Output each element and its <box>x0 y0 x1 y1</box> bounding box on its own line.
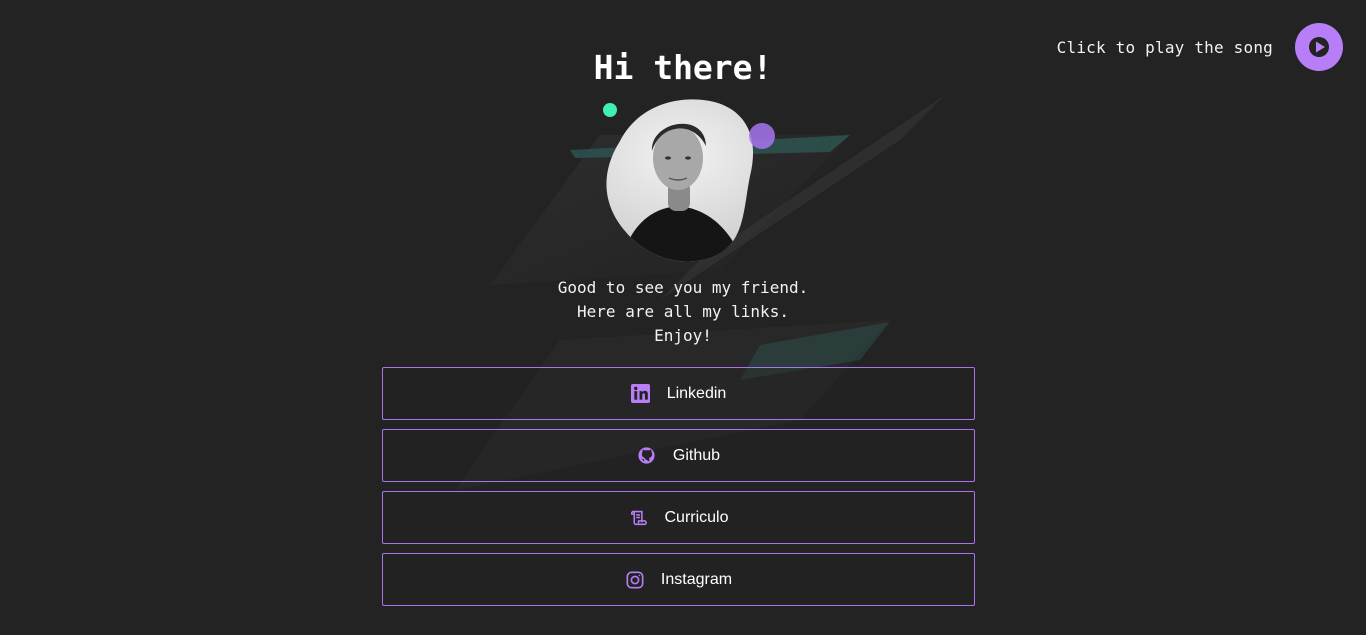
scroll-icon <box>628 508 648 528</box>
linkedin-icon <box>631 384 651 404</box>
curriculo-link-label: Curriculo <box>664 508 729 526</box>
github-icon <box>637 446 657 466</box>
linkedin-link-button[interactable]: Linkedin <box>382 367 975 420</box>
greeting-line: Enjoy! <box>654 326 712 345</box>
links-list: Linkedin Github Curriculo Instagram <box>382 367 975 615</box>
greeting-line: Here are all my links. <box>577 302 789 321</box>
greeting-text: Good to see you my friend. Here are all … <box>0 276 1366 348</box>
curriculo-link-button[interactable]: Curriculo <box>382 491 975 544</box>
avatar <box>560 96 800 266</box>
page-title: Hi there! <box>593 48 773 87</box>
greeting-line: Good to see you my friend. <box>557 278 809 297</box>
github-link-button[interactable]: Github <box>382 429 975 482</box>
instagram-link-button[interactable]: Instagram <box>382 553 975 606</box>
linkedin-link-label: Linkedin <box>666 384 727 402</box>
github-link-label: Github <box>672 446 721 464</box>
instagram-icon <box>625 570 645 590</box>
instagram-link-label: Instagram <box>660 570 733 588</box>
